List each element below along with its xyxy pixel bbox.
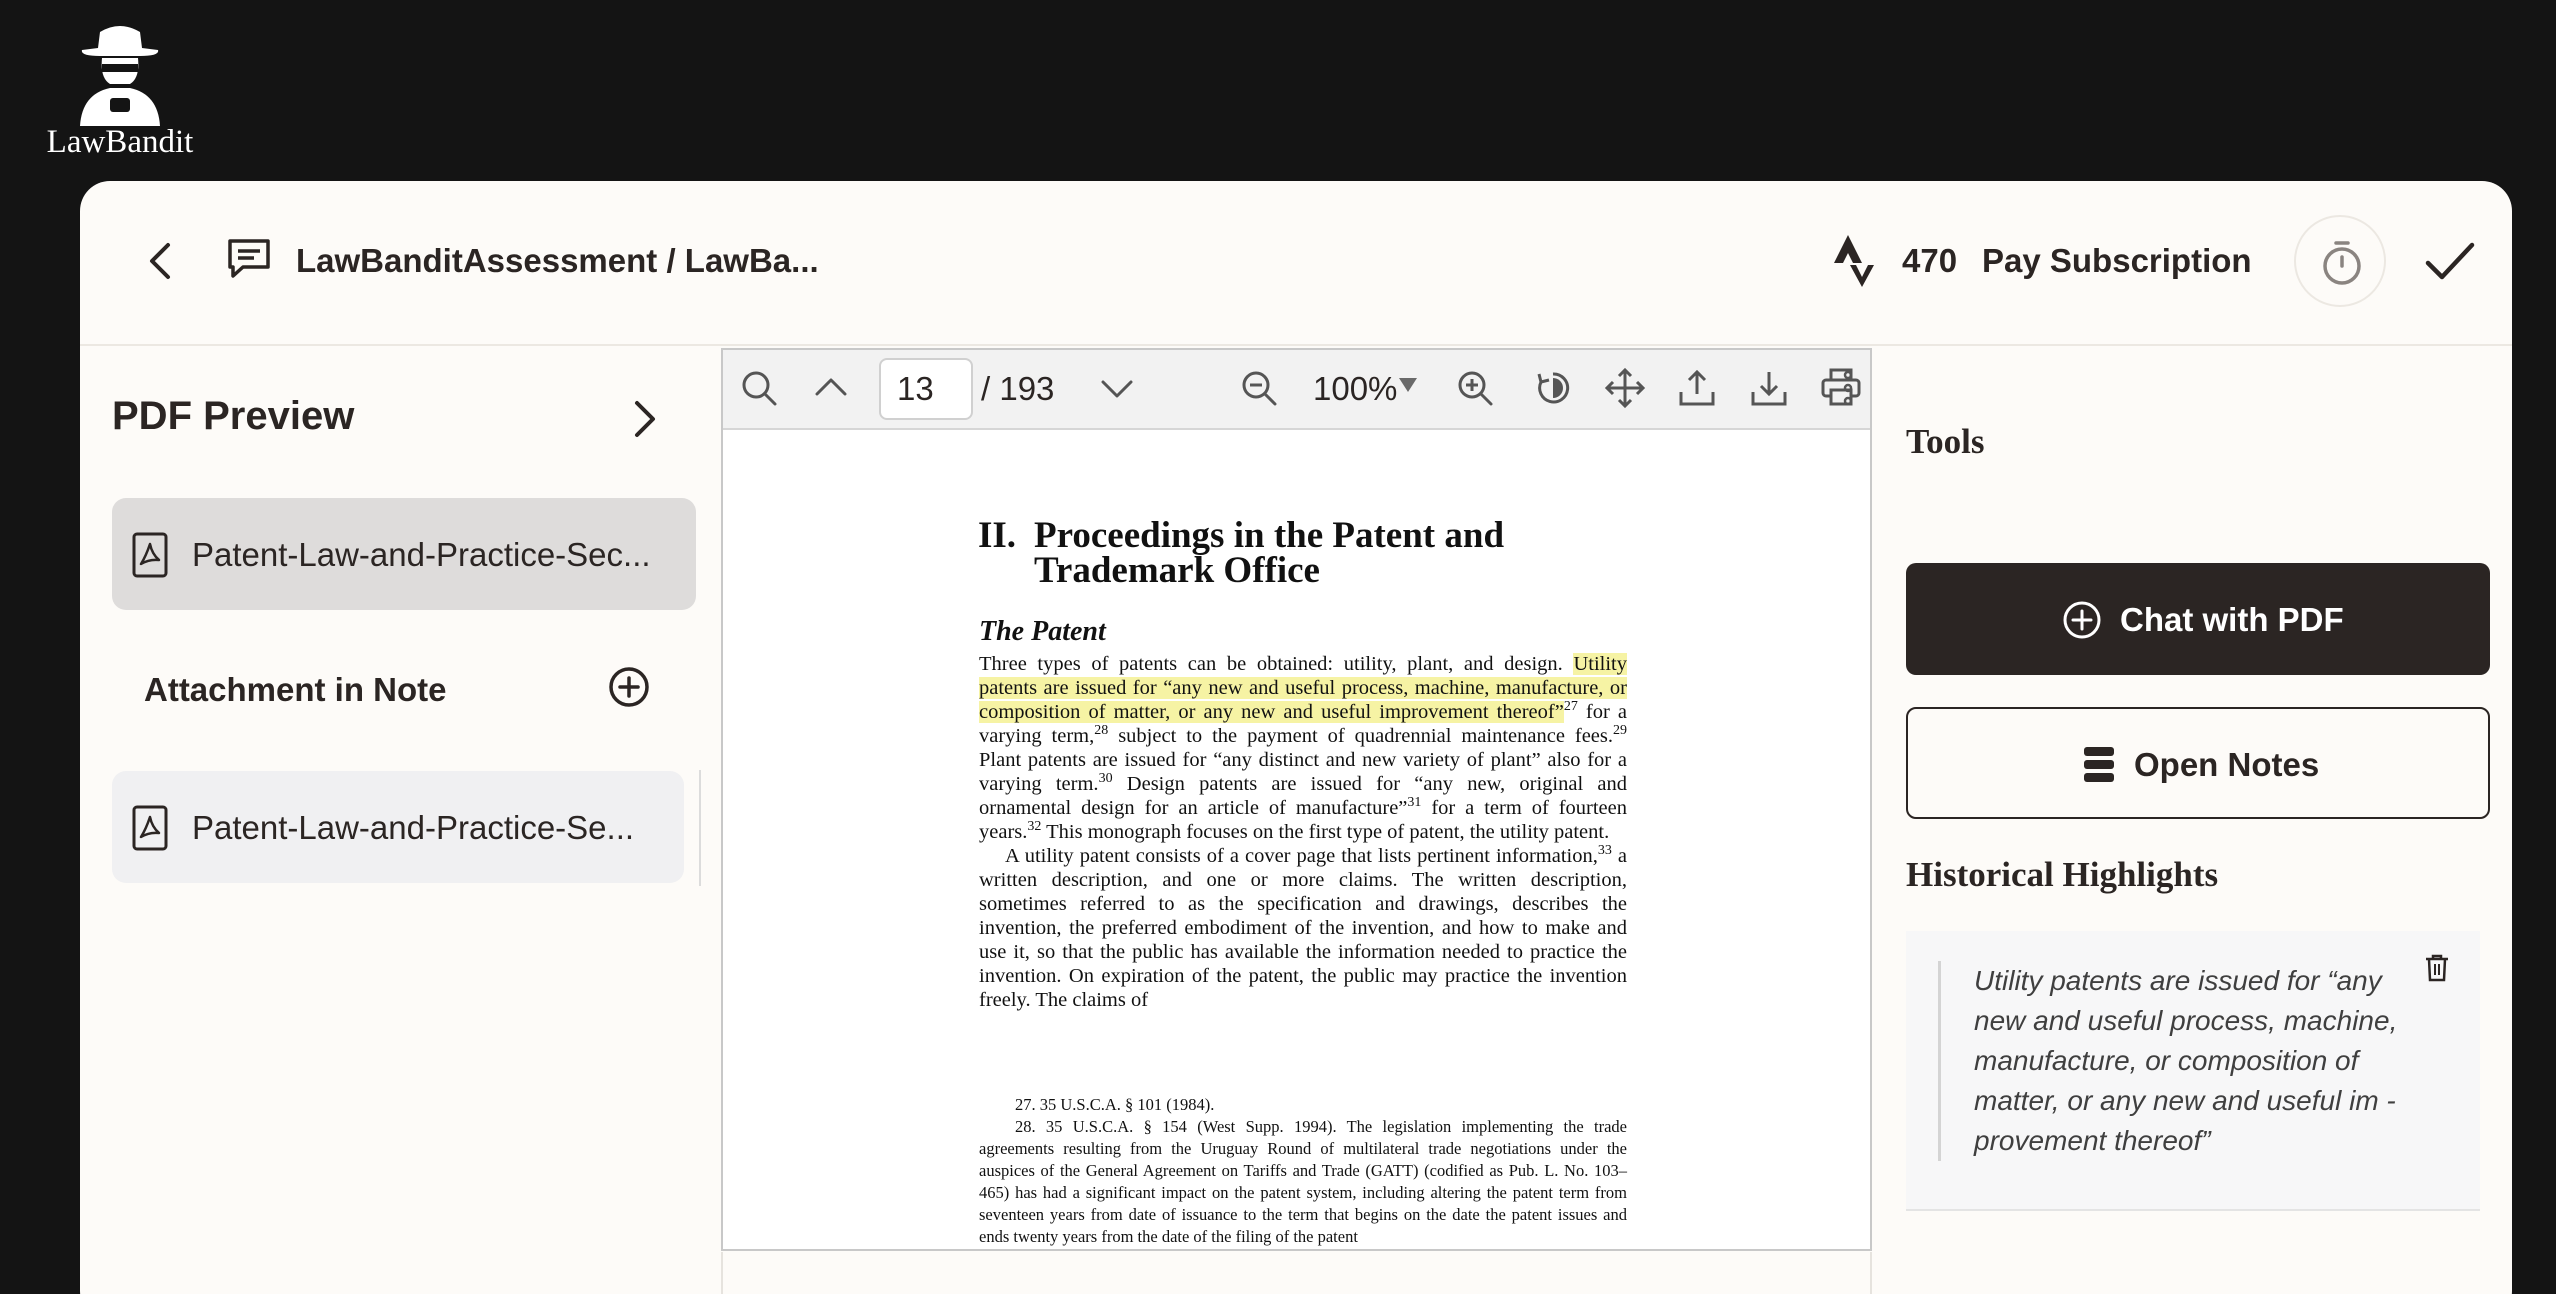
back-chevron-icon[interactable] [140, 239, 180, 283]
pay-subscription-button[interactable]: Pay Subscription [1982, 242, 2252, 280]
main-card: LawBanditAssessment / LawBa... 470 Pay S… [80, 181, 2512, 1294]
footnote-ref: 28 [1094, 723, 1109, 739]
tools-title: Tools [1906, 422, 1985, 461]
pdf-text: subject to the payment of quadrennial ma… [1108, 725, 1613, 747]
pdf-file-icon [132, 805, 168, 851]
upload-icon[interactable] [1675, 366, 1719, 410]
pdf-text: Three types of patents can be obtained: … [979, 653, 1574, 675]
pdf-toolbar: / 193 100% [723, 350, 1870, 430]
footnote-ref: 31 [1407, 795, 1422, 811]
footnote-ref: 33 [1597, 843, 1612, 859]
chat-with-pdf-label: Chat with PDF [2120, 601, 2344, 638]
pdf-heading-text: Proceedings in the Patent and Trademark … [1034, 515, 1505, 591]
chat-icon [228, 239, 270, 278]
chevron-up-icon[interactable] [809, 366, 853, 410]
page-total: / 193 [981, 370, 1055, 407]
chevron-down-icon[interactable] [1095, 366, 1139, 410]
sidebar-file-label: Patent-Law-and-Practice-Sec... [192, 536, 651, 573]
sidebar-title: PDF Preview [112, 394, 355, 438]
plus-circle-icon [2063, 601, 2101, 639]
document-path: LawBanditAssessment / LawBa... [296, 242, 819, 279]
download-icon[interactable] [1747, 366, 1791, 410]
chevron-right-icon[interactable] [629, 398, 659, 440]
trash-icon[interactable] [2424, 953, 2450, 983]
plus-circle-icon[interactable] [608, 666, 650, 708]
zoom-out-icon[interactable] [1237, 366, 1281, 410]
pdf-heading-number: II. [978, 515, 1017, 556]
notes-icon [2084, 747, 2114, 782]
pdf-preview-sidebar: PDF Preview Patent-Law-and-Practice-Sec.… [80, 348, 720, 1294]
quote-bar [1938, 961, 1941, 1161]
attachment-label: Attachment in Note [144, 671, 447, 708]
footnote-ref: 27 [1563, 699, 1578, 715]
header-bar: LawBanditAssessment / LawBa... 470 Pay S… [80, 181, 2512, 346]
timer-button[interactable] [2294, 215, 2386, 307]
check-icon[interactable] [2424, 237, 2476, 285]
pdf-paragraph-1: Three types of patents can be obtained: … [979, 652, 1627, 844]
search-icon[interactable] [737, 366, 781, 410]
bandit-logo-icon [80, 26, 160, 126]
zoom-in-icon[interactable] [1453, 366, 1497, 410]
pdf-subheading: The Patent [979, 616, 1106, 647]
move-icon[interactable] [1603, 366, 1647, 410]
timer-icon [2323, 241, 2361, 285]
footnote-ref: 29 [1613, 723, 1627, 739]
sidebar-divider [699, 770, 701, 886]
open-notes-label: Open Notes [2134, 746, 2320, 783]
highlight-quote: Utility patents are issued for “any new … [1974, 965, 2398, 1156]
pdf-text: This monograph focuses on the first type… [1041, 821, 1610, 843]
footnote-ref: 30 [1098, 771, 1113, 787]
strava-icon [1834, 235, 1874, 287]
rotate-icon[interactable] [1531, 366, 1575, 410]
footnote-28: 28. 35 U.S.C.A. § 154 (West Supp. 1994).… [979, 1117, 1627, 1246]
chat-with-pdf-button[interactable]: Chat with PDF [1906, 563, 2490, 675]
pdf-page-content: II. Proceedings in the Patent and Tradem… [723, 432, 1870, 1249]
highlight-card[interactable]: Utility patents are issued for “any new … [1906, 931, 2480, 1211]
pdf-paragraph-2: A utility patent consists of a cover pag… [979, 844, 1627, 1012]
zoom-select[interactable]: 100% [1313, 370, 1397, 408]
historical-highlights-title: Historical Highlights [1906, 855, 2219, 894]
page-number-input[interactable] [879, 358, 973, 420]
sidebar-file-active[interactable]: Patent-Law-and-Practice-Sec... [112, 498, 696, 610]
footnote-ref: 32 [1027, 819, 1042, 835]
pdf-text: a written description, and one or more c… [979, 845, 1627, 1011]
tools-panel: Tools Chat with PDF Open Notes Historica… [1872, 348, 2512, 1294]
viewer-bottom-strip [721, 1252, 1872, 1294]
brand-logo: LawBandit [40, 18, 200, 163]
footnote-27: 27. 35 U.S.C.A. § 101 (1984). [1015, 1095, 1215, 1114]
pdf-file-icon [132, 532, 168, 578]
pdf-viewer: / 193 100% [721, 348, 1872, 1251]
zoom-dropdown-icon[interactable] [1399, 378, 1417, 392]
more-vertical-icon[interactable] [1833, 366, 1863, 410]
brand-name: LawBandit [46, 124, 194, 160]
credit-count: 470 [1902, 242, 1958, 279]
pdf-footnotes: 27. 35 U.S.C.A. § 101 (1984). 28. 35 U.S… [979, 1094, 1627, 1248]
pdf-body-text: Three types of patents can be obtained: … [979, 652, 1627, 1012]
pdf-text: A utility patent consists of a cover pag… [1005, 845, 1598, 867]
attachment-file-label: Patent-Law-and-Practice-Se... [192, 809, 635, 846]
attachment-file[interactable]: Patent-Law-and-Practice-Se... [112, 771, 684, 883]
open-notes-button[interactable]: Open Notes [1906, 707, 2490, 819]
